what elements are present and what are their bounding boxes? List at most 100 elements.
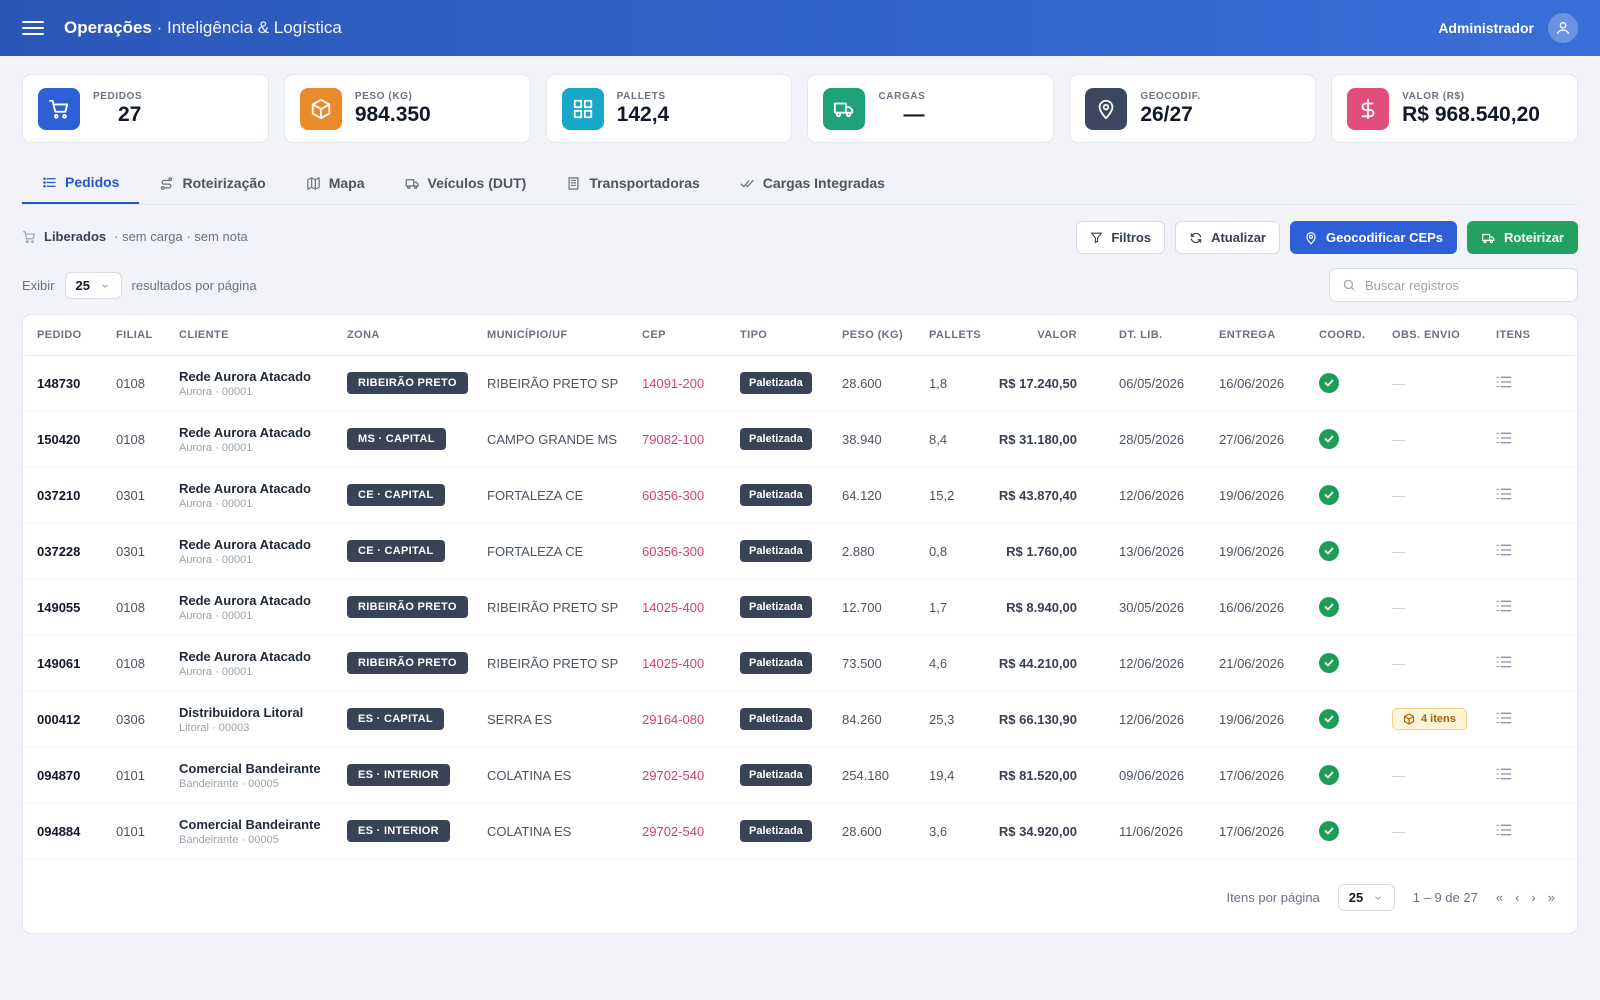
pager-size-select[interactable]: 25 [1337,884,1395,911]
orders-table: PEDIDO FILIAL CLIENTE ZONA MUNICÍPIO/UF CEP TI… [23,315,1577,860]
table-row[interactable]: 037228 0301 Rede Aurora Atacado Aurora · 00… [23,523,1577,580]
obs-items-label: 4 itens [1421,713,1456,725]
cell-municipio: FORTALEZA CE [473,523,628,580]
cell-entrega: 17/06/2026 [1205,747,1305,804]
tab-check-double[interactable]: Cargas Integradas [720,162,905,204]
cell-cep[interactable]: 29164-080 [628,691,726,748]
user-icon[interactable] [1548,13,1578,43]
coord-ok-icon [1319,541,1339,561]
items-button[interactable] [1496,823,1512,840]
cell-municipio: SERRA ES [473,691,628,748]
items-button[interactable] [1496,431,1512,448]
items-button[interactable] [1496,655,1512,672]
items-button[interactable] [1496,375,1512,392]
coord-ok-icon [1319,653,1339,673]
tab-list[interactable]: Pedidos [22,162,140,204]
cell-cep[interactable]: 60356-300 [628,467,726,524]
cell-municipio: RIBEIRÃO PRETO SP [473,355,628,412]
items-list-icon [1496,544,1512,555]
user-menu[interactable]: Administrador [1438,13,1578,43]
cell-valor: R$ 17.240,50 [983,355,1105,412]
cell-cep[interactable]: 29702-540 [628,803,726,860]
cell-entrega: 21/06/2026 [1205,635,1305,692]
items-button[interactable] [1496,543,1512,560]
items-list-icon [1496,376,1512,387]
table-row[interactable]: 037210 0301 Rede Aurora Atacado Aurora · 00… [23,467,1577,524]
geocode-button[interactable]: Geocodificar CEPs [1289,221,1458,254]
cell-cep[interactable]: 14091-200 [628,355,726,412]
table-row[interactable]: 149061 0108 Rede Aurora Atacado Aurora · 00… [23,635,1577,692]
tab-truck[interactable]: Veículos (DUT) [385,162,547,204]
cell-pallets: 1,8 [915,355,983,412]
column-header[interactable]: MUNICÍPIO/UF [473,315,628,356]
tab-map[interactable]: Mapa [286,162,385,204]
route-button[interactable]: Roteirizar [1467,221,1578,254]
table-row[interactable]: 094870 0101 Comercial Bandeirante Bandeiran… [23,747,1577,804]
kpi-text: VALOR (R$) R$ 968.540,20 [1402,91,1540,127]
table-row[interactable]: 094884 0101 Comercial Bandeirante Bandeiran… [23,803,1577,860]
cell-coord [1305,747,1378,804]
page-size-select[interactable]: 25 [64,272,122,299]
column-header[interactable]: COORD. [1305,315,1378,356]
obs-items-badge[interactable]: 4 itens [1392,708,1467,730]
column-header[interactable]: PESO (KG) [828,315,915,356]
column-header[interactable]: CEP [628,315,726,356]
menu-icon[interactable] [22,17,44,39]
table-row[interactable]: 149055 0108 Rede Aurora Atacado Aurora · 00… [23,579,1577,636]
cell-cep[interactable]: 14025-400 [628,579,726,636]
cell-cep[interactable]: 14025-400 [628,635,726,692]
items-button[interactable] [1496,711,1512,728]
cell-pedido: 150420 [23,411,102,468]
cell-itens [1482,411,1577,468]
tab-route[interactable]: Roteirização [139,162,285,204]
tab-label: Cargas Integradas [762,175,885,191]
search-input[interactable] [1365,277,1565,293]
last-page-button[interactable]: » [1548,890,1555,905]
items-button[interactable] [1496,767,1512,784]
column-header[interactable]: PEDIDO [23,315,102,356]
kpi-row: PEDIDOS 27 PESO (KG) 984.350 PALLETS 142,4 CAR… [22,74,1578,143]
status-detail: · sem carga · sem nota [114,229,248,244]
filters-button[interactable]: Filtros [1076,221,1166,254]
column-header[interactable]: ITENS [1482,315,1577,356]
kpi-icon-box [1347,87,1390,130]
column-header[interactable]: ENTREGA [1205,315,1305,356]
top-bar: Operações · Inteligência & Logística Adm… [0,0,1600,56]
check-double-icon [740,179,754,187]
kpi-value: R$ 968.540,20 [1402,102,1540,126]
pager-label: Itens por página [1226,890,1320,905]
tipo-badge: Paletizada [740,540,812,562]
table-row[interactable]: 150420 0108 Rede Aurora Atacado Aurora · 00… [23,411,1577,468]
items-button[interactable] [1496,599,1512,616]
pager-size-value: 25 [1348,890,1364,905]
refresh-button[interactable]: Atualizar [1175,221,1280,254]
column-header[interactable]: PALLETS [915,315,983,356]
kpi-label: VALOR (R$) [1402,90,1465,102]
prev-page-button[interactable]: ‹ [1515,890,1519,905]
column-header[interactable]: DT. LIB. [1105,315,1205,356]
cell-cep[interactable]: 79082-100 [628,411,726,468]
cell-tipo: Paletizada [726,579,828,636]
cell-zona: ES · CAPITAL [333,691,473,748]
column-header[interactable]: VALOR [983,315,1105,356]
kpi-text: PEDIDOS 27 [93,91,142,127]
items-list-icon [1496,824,1512,835]
table-row[interactable]: 000412 0306 Distribuidora Litoral Litoral ·… [23,691,1577,748]
column-header[interactable]: OBS. ENVIO [1378,315,1482,356]
column-header[interactable]: ZONA [333,315,473,356]
column-header[interactable]: TIPO [726,315,828,356]
first-page-button[interactable]: « [1496,890,1503,905]
obs-empty: — [1392,543,1405,559]
cell-cep[interactable]: 29702-540 [628,747,726,804]
items-button[interactable] [1496,487,1512,504]
page-size-suffix: resultados por página [131,278,257,293]
cliente-sub: Litoral · 00003 [179,721,250,734]
table-row[interactable]: 148730 0108 Rede Aurora Atacado Aurora · 00… [23,355,1577,412]
column-header[interactable]: CLIENTE [165,315,333,356]
box-icon [1403,713,1415,725]
cell-cep[interactable]: 60356-300 [628,523,726,580]
next-page-button[interactable]: › [1531,890,1535,905]
column-header[interactable]: FILIAL [102,315,165,356]
tab-building[interactable]: Transportadoras [546,162,719,204]
cell-zona: RIBEIRÃO PRETO [333,355,473,412]
